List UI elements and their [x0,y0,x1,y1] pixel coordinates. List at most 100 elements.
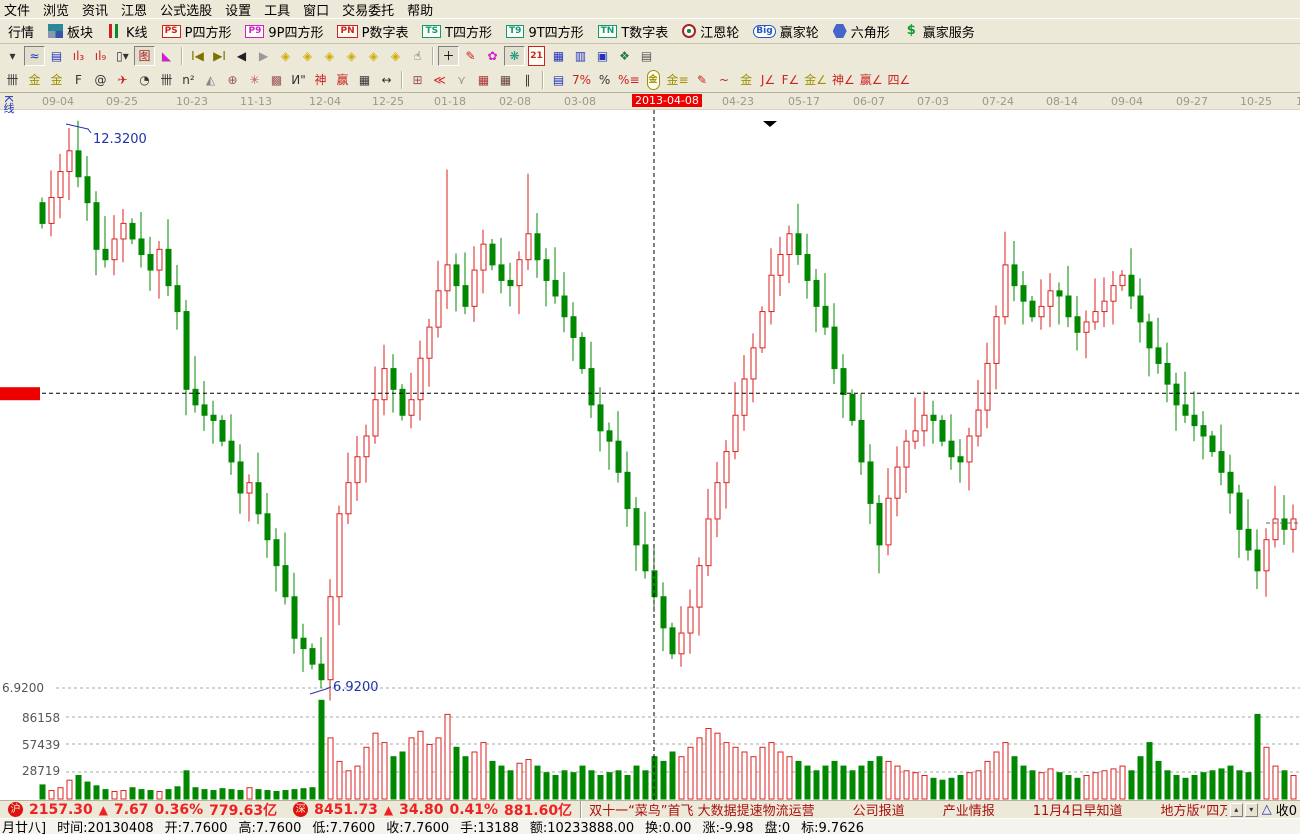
toolbar-sectors[interactable]: 板块 [41,20,100,43]
news-item[interactable]: 双十一“菜鸟”首飞 大数据提速物流运营 [589,801,815,818]
fib-lines-icon[interactable]: F [68,70,89,90]
doc-view-icon[interactable]: ▤ [46,46,67,66]
grid-red-icon[interactable]: ▦ [473,70,494,90]
box-select-icon[interactable]: ⊞ [407,70,428,90]
news-item[interactable]: 公司报道 [853,801,905,818]
starburst-icon[interactable]: ✳ [244,70,265,90]
dense-grid-icon[interactable]: ▦ [354,70,375,90]
news-item[interactable]: 产业情报 [943,801,995,818]
last-page-icon[interactable]: ▶Ⅰ [209,46,230,66]
menu-trade-order[interactable]: 交易委托 [340,0,396,19]
f-angle-icon[interactable]: F∠ [780,70,802,90]
menu-news[interactable]: 资讯 [80,0,110,19]
hand-tool-icon[interactable]: ☝ [407,46,428,66]
hash-tool-icon[interactable]: 卌 [156,70,177,90]
calendar-icon[interactable]: 21 [526,46,547,66]
diamond-left-icon[interactable]: ◈ [275,46,296,66]
toolbar-kline[interactable]: K线 [100,20,155,43]
dropdown-caret-icon[interactable]: ▾ [2,46,23,66]
save-icon[interactable]: ▣ [592,46,613,66]
web-square-icon[interactable]: ▩ [266,70,287,90]
toolbar-t-square[interactable]: TST四方形 [415,20,499,43]
menu-file[interactable]: 文件 [2,0,32,19]
ying-grid-icon[interactable]: 赢 [332,70,353,90]
shen-grid-icon[interactable]: 神 [310,70,331,90]
j-angle-icon[interactable]: J∠ [758,70,779,90]
toolbar-hexagon[interactable]: 六角形 [826,20,897,43]
candle-edit-icon[interactable]: ✎ [692,70,713,90]
menu-help[interactable]: 帮助 [405,0,435,19]
candle [1021,286,1026,302]
notepad-icon[interactable]: ▥ [570,46,591,66]
gold-lines-icon[interactable]: 金≡ [665,70,691,90]
menu-window[interactable]: 窗口 [301,0,331,19]
candle [409,400,414,416]
menu-settings[interactable]: 设置 [223,0,253,19]
scale-tool-icon[interactable]: ▤ [548,70,569,90]
brain-tool-icon[interactable]: ❋ [504,46,525,66]
n-marks-icon[interactable]: И" [288,70,309,90]
ticker-down-button[interactable]: ▾ [1245,803,1258,817]
pct7-tool-icon[interactable]: 7% [570,70,593,90]
menu-formula-stock-pick[interactable]: 公式选股 [158,0,214,19]
h-span-icon[interactable]: ↔ [376,70,397,90]
pct-tool-icon[interactable]: % [594,70,615,90]
prev-page-icon[interactable]: ◀ [231,46,252,66]
v-wave-icon[interactable]: ⋎ [451,70,472,90]
n2-tool-icon[interactable]: n² [178,70,199,90]
color-bars-icon[interactable]: ◣ [156,46,177,66]
toolbar-p-square[interactable]: PSP四方形 [155,20,239,43]
pen-tool-icon[interactable]: ✎ [460,46,481,66]
diamond-right-icon[interactable]: ◈ [297,46,318,66]
toolbar-gann-wheel[interactable]: 江恩轮 [675,20,746,43]
crosshair-tool-icon[interactable]: ＋ [438,46,459,66]
gold-angle-icon[interactable]: 金∠ [802,70,829,90]
toolbar-winner-service[interactable]: $赢家服务 [897,20,982,43]
shen-angle-icon[interactable]: 神∠ [830,70,857,90]
menu-tools[interactable]: 工具 [262,0,292,19]
wave-line-icon[interactable]: ~ [714,70,735,90]
overlay-view-icon[interactable]: ≈ [24,46,45,66]
time-circle-icon[interactable]: ◔ [134,70,155,90]
bars-3-icon[interactable]: ıl₃ [68,46,89,66]
spiral-tool-icon[interactable]: @ [90,70,111,90]
circle-cross-icon[interactable]: ⊕ [222,70,243,90]
export-icon[interactable]: ❖ [614,46,635,66]
toolbar-9p-square[interactable]: P99P四方形 [238,20,330,43]
pct-lines-icon[interactable]: %≡ [616,70,641,90]
ticker-up-button[interactable]: ▴ [1230,803,1243,817]
gann-figure-icon[interactable]: 图 [134,46,155,66]
news-item[interactable]: 11月4日早知道 [1033,801,1123,818]
gold-grid-icon[interactable]: 金 [24,70,45,90]
menu-browse[interactable]: 浏览 [41,0,71,19]
gold-grid-2-icon[interactable]: 金 [46,70,67,90]
diamond-expand-icon[interactable]: ◈ [341,46,362,66]
toolbar-p-number-table[interactable]: PNP数字表 [330,20,415,43]
diamond-h-move-icon[interactable]: ◈ [319,46,340,66]
toolbar-market-quotes[interactable]: 行情 [1,20,41,43]
rocket-tool-icon[interactable]: ✈ [112,70,133,90]
toolbar-9t-square[interactable]: T99T四方形 [499,20,591,43]
calculator-icon[interactable]: ▦ [548,46,569,66]
flower-tool-icon[interactable]: ✿ [482,46,503,66]
next-page-icon[interactable]: ▶ [253,46,274,66]
parallel-lines-icon[interactable]: ∥ [517,70,538,90]
fan-tool-icon[interactable]: ≪ [429,70,450,90]
si-angle-icon[interactable]: 四∠ [886,70,913,90]
bars-9-icon[interactable]: ıl₉ [90,46,111,66]
toolbar-t-number-table[interactable]: TNT数字表 [591,20,676,43]
toolbar-winner-wheel[interactable]: Big赢家轮 [746,20,825,43]
gold-tool-icon[interactable]: 金 [736,70,757,90]
first-page-icon[interactable]: Ⅰ◀ [187,46,208,66]
news-item[interactable]: 地方版“四万亿”会给中国经济带来 [1161,801,1227,818]
gold-circle-icon[interactable]: 金 [643,70,664,90]
price-grid-icon[interactable]: 卌 [2,70,23,90]
diamond-cross-icon[interactable]: ◈ [363,46,384,66]
angle-mirror-icon[interactable]: ◭ [200,70,221,90]
diamond-all-icon[interactable]: ◈ [385,46,406,66]
grid-dark-icon[interactable]: ▦ [495,70,516,90]
ying-angle-icon[interactable]: 赢∠ [858,70,885,90]
menu-gann[interactable]: 江恩 [119,0,149,19]
print-icon[interactable]: ▤ [636,46,657,66]
candle-style-icon[interactable]: ▯▾ [112,46,133,66]
